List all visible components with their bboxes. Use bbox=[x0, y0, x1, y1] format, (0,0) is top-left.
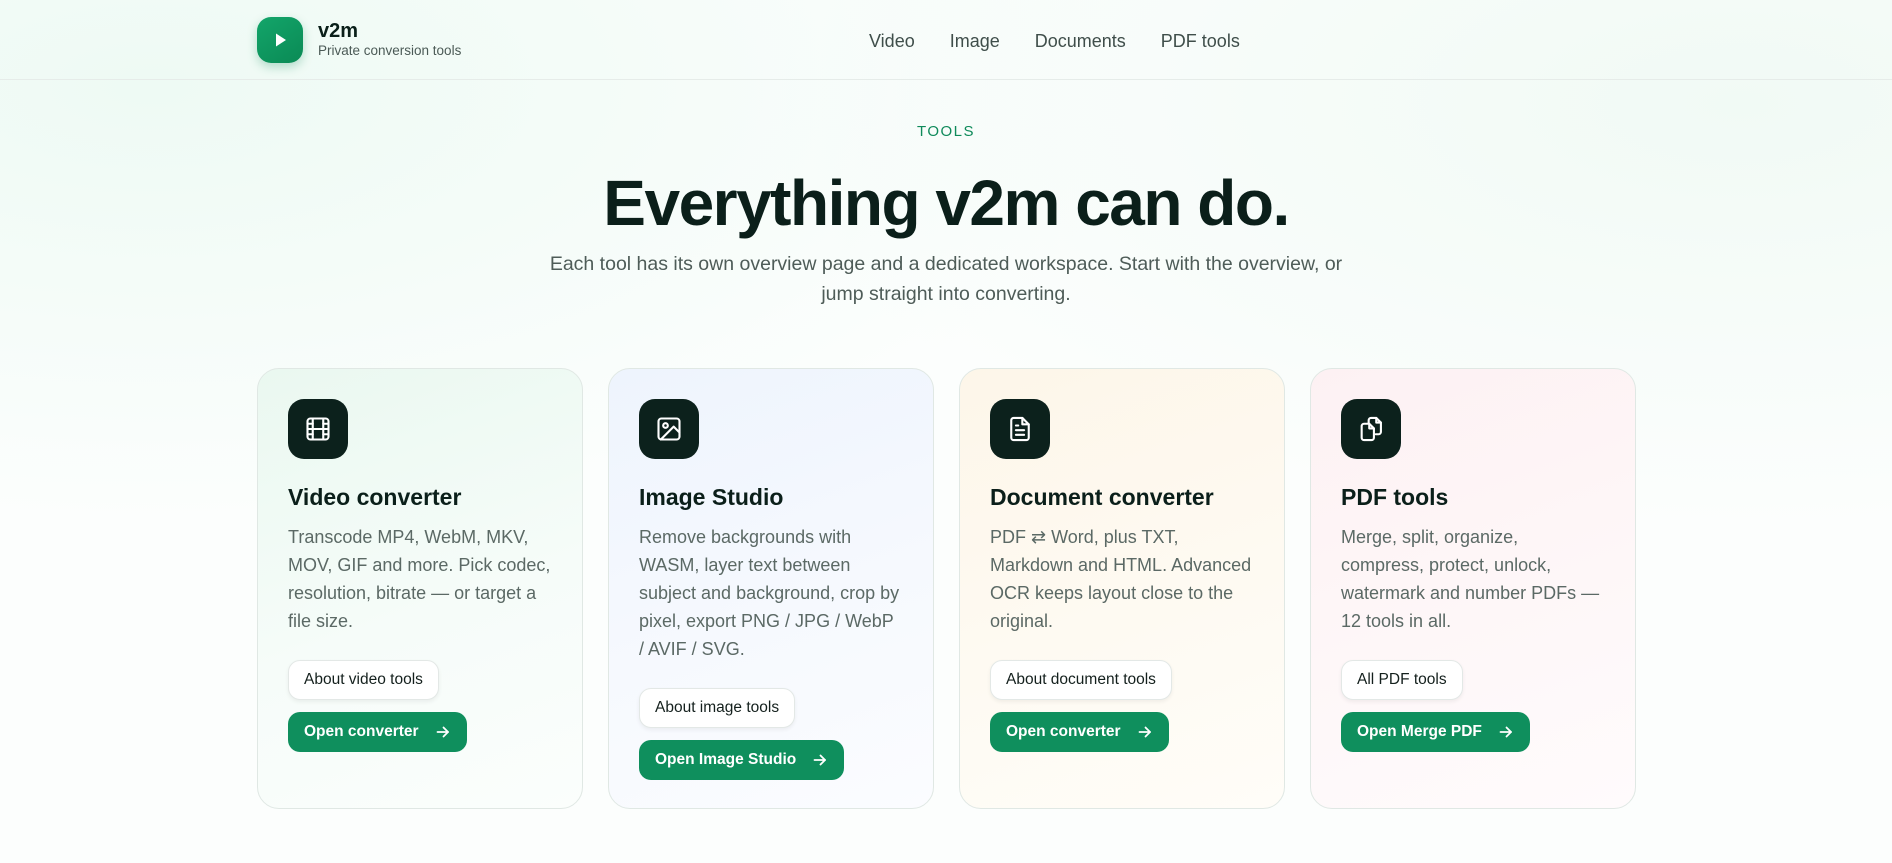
about-document-tools-button[interactable]: About document tools bbox=[990, 660, 1172, 700]
about-video-tools-button[interactable]: About video tools bbox=[288, 660, 439, 700]
card-description: Transcode MP4, WebM, MKV, MOV, GIF and m… bbox=[288, 527, 551, 631]
open-merge-pdf-button[interactable]: Open Merge PDF bbox=[1341, 712, 1530, 752]
brand-link[interactable]: v2m Private conversion tools bbox=[257, 17, 461, 63]
site-header: v2m Private conversion tools Video Image… bbox=[0, 0, 1892, 80]
button-label: Open Merge PDF bbox=[1357, 723, 1482, 740]
arrow-right-icon bbox=[435, 724, 451, 740]
about-image-tools-button[interactable]: About image tools bbox=[639, 688, 796, 728]
brand-tagline: Private conversion tools bbox=[318, 43, 462, 58]
open-document-converter-button[interactable]: Open converter bbox=[990, 712, 1169, 752]
open-image-studio-button[interactable]: Open Image Studio bbox=[639, 740, 845, 780]
document-icon bbox=[990, 399, 1050, 459]
card-description: Merge, split, organize, compress, protec… bbox=[1341, 527, 1600, 631]
card-title: Document converter bbox=[990, 484, 1214, 510]
button-label: Open converter bbox=[304, 723, 419, 740]
nav-link-documents[interactable]: Documents bbox=[1035, 29, 1126, 53]
nav-link-pdf-tools[interactable]: PDF tools bbox=[1161, 29, 1240, 53]
main-nav: Video Image Documents PDF tools bbox=[869, 29, 1275, 53]
page-subtitle: Each tool has its own overview page and … bbox=[549, 253, 1343, 305]
arrow-right-icon bbox=[1137, 724, 1153, 740]
brand-text: v2m Private conversion tools bbox=[318, 20, 461, 60]
tool-card-video: Video converter Transcode MP4, WebM, MKV… bbox=[257, 368, 583, 809]
film-icon bbox=[288, 399, 348, 459]
tool-card-pdf: PDF tools Merge, split, organize, compre… bbox=[1310, 368, 1636, 809]
play-icon bbox=[257, 17, 303, 63]
section-eyebrow: TOOLS bbox=[916, 123, 976, 140]
tool-card-image: Image Studio Remove backgrounds with WAS… bbox=[608, 368, 934, 809]
page-title: Everything v2m can do. bbox=[603, 167, 1290, 239]
button-label: Open converter bbox=[1006, 723, 1121, 740]
all-pdf-tools-button[interactable]: All PDF tools bbox=[1341, 660, 1463, 700]
copy-files-icon bbox=[1341, 399, 1401, 459]
arrow-right-icon bbox=[1498, 724, 1514, 740]
tool-card-documents: Document converter PDF ⇄ Word, plus TXT,… bbox=[959, 368, 1285, 809]
nav-link-video[interactable]: Video bbox=[869, 29, 915, 53]
card-description: Remove backgrounds with WASM, layer text… bbox=[639, 527, 900, 659]
arrow-right-icon bbox=[812, 752, 828, 768]
card-title: Image Studio bbox=[639, 484, 784, 510]
open-video-converter-button[interactable]: Open converter bbox=[288, 712, 467, 752]
card-title: Video converter bbox=[288, 484, 462, 510]
image-icon bbox=[639, 399, 699, 459]
nav-link-image[interactable]: Image bbox=[950, 29, 1000, 53]
brand-name: v2m bbox=[318, 20, 359, 42]
button-label: Open Image Studio bbox=[655, 751, 797, 768]
card-title: PDF tools bbox=[1341, 484, 1449, 510]
card-description: PDF ⇄ Word, plus TXT, Markdown and HTML.… bbox=[990, 527, 1252, 631]
